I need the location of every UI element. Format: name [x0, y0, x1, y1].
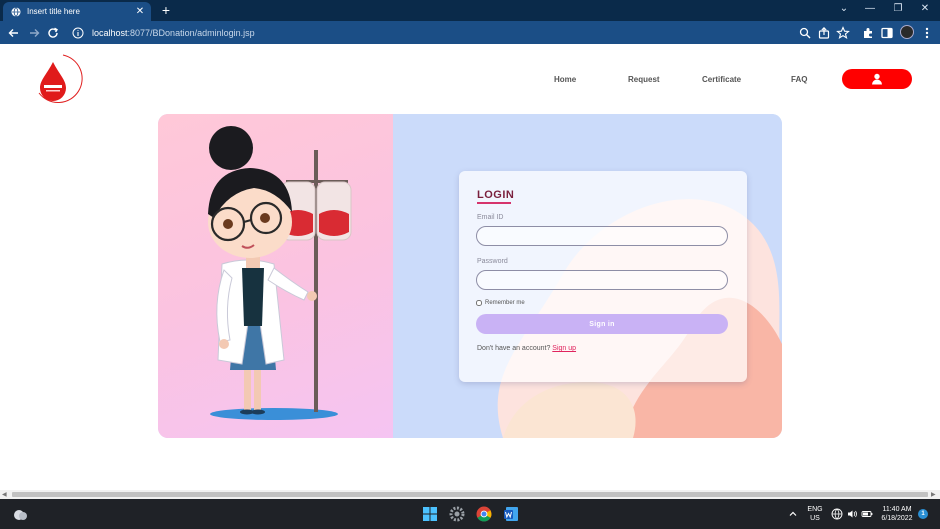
user-account-button[interactable] — [842, 69, 912, 89]
nav-faq[interactable]: FAQ — [791, 75, 807, 84]
login-form: LOGIN Email ID Password Remember me Sign… — [459, 171, 747, 382]
nav-request[interactable]: Request — [628, 75, 660, 84]
taskbar: ENG US 11:40 AM 6/18/2022 — [0, 499, 940, 529]
url-text: localhost:8077/BDonation/adminlogin.jsp — [92, 28, 255, 38]
restore-button[interactable]: ❐ — [890, 3, 906, 14]
profile-avatar[interactable] — [900, 25, 914, 39]
browser-tab[interactable]: Insert title here ✕ — [3, 2, 151, 21]
language-code: ENG — [807, 506, 823, 513]
extensions-icon[interactable] — [860, 25, 876, 41]
reload-icon[interactable] — [45, 25, 61, 41]
scrollbar-thumb[interactable] — [12, 492, 928, 497]
illustration-panel — [158, 114, 393, 438]
close-window-button[interactable]: ✕ — [917, 3, 933, 14]
nav-certificate[interactable]: Certificate — [702, 75, 741, 84]
clock[interactable]: 11:40 AM 6/18/2022 — [876, 505, 918, 523]
sign-up-link[interactable]: Sign up — [552, 345, 576, 352]
login-title: LOGIN — [477, 189, 515, 201]
battery-icon[interactable] — [861, 508, 873, 520]
settings-gear-icon[interactable] — [447, 504, 467, 524]
email-field[interactable] — [476, 226, 728, 246]
sign-in-button[interactable]: Sign in — [476, 314, 728, 334]
clock-time: 11:40 AM — [882, 506, 912, 513]
browser-menu-icon[interactable] — [919, 25, 935, 41]
email-label: Email ID — [477, 214, 504, 221]
word-icon[interactable] — [501, 504, 521, 524]
site-info-icon[interactable] — [72, 27, 84, 39]
password-label: Password — [477, 258, 508, 265]
url-path: :8077/BDonation/adminlogin.jsp — [127, 27, 255, 38]
share-icon[interactable] — [816, 25, 832, 41]
new-tab-button[interactable]: + — [159, 3, 173, 17]
start-windows-icon[interactable] — [420, 504, 440, 524]
network-globe-icon[interactable] — [831, 508, 843, 520]
volume-icon[interactable] — [846, 508, 858, 520]
forward-icon[interactable] — [26, 25, 42, 41]
user-icon — [872, 73, 882, 85]
password-field[interactable] — [476, 270, 728, 290]
back-icon[interactable] — [6, 25, 22, 41]
tab-close-icon[interactable]: ✕ — [133, 6, 147, 17]
address-bar[interactable]: localhost:8077/BDonation/adminlogin.jsp — [66, 24, 886, 41]
browser-tab-strip: Insert title here ✕ + ⌄ — ❐ ✕ — [0, 0, 940, 21]
remember-me-label: Remember me — [485, 300, 525, 306]
notification-badge[interactable]: 1 — [918, 509, 928, 519]
side-panel-icon[interactable] — [879, 25, 895, 41]
browser-toolbar: localhost:8077/BDonation/adminlogin.jsp — [0, 21, 940, 44]
clock-date: 6/18/2022 — [881, 515, 913, 522]
title-underline — [477, 202, 511, 204]
url-host: localhost — [92, 27, 128, 38]
bookmark-star-icon[interactable] — [835, 25, 851, 41]
language-indicator[interactable]: ENG US — [804, 505, 826, 523]
show-hidden-icons-icon[interactable] — [787, 508, 799, 520]
nurse-iv-illustration — [208, 126, 352, 420]
weather-icon[interactable] — [11, 505, 31, 525]
tab-search-icon[interactable]: ⌄ — [836, 3, 852, 14]
region-code: US — [810, 515, 820, 522]
scroll-left-icon[interactable]: ◀ — [2, 491, 7, 498]
horizontal-scrollbar[interactable]: ◀ ▶ — [0, 490, 940, 499]
remember-me[interactable]: Remember me — [476, 300, 525, 306]
globe-icon — [11, 6, 21, 17]
signup-prompt-text: Don't have an account? — [477, 345, 551, 352]
chrome-icon[interactable] — [474, 504, 494, 524]
scroll-right-icon[interactable]: ▶ — [931, 491, 936, 498]
blood-donation-logo[interactable] — [33, 52, 83, 106]
nav-home[interactable]: Home — [554, 75, 576, 84]
remember-me-checkbox[interactable] — [476, 300, 482, 306]
zoom-icon[interactable] — [797, 25, 813, 41]
tab-title: Insert title here — [27, 7, 80, 16]
minimize-button[interactable]: — — [862, 3, 878, 14]
signup-prompt: Don't have an account? Sign up — [477, 345, 576, 352]
